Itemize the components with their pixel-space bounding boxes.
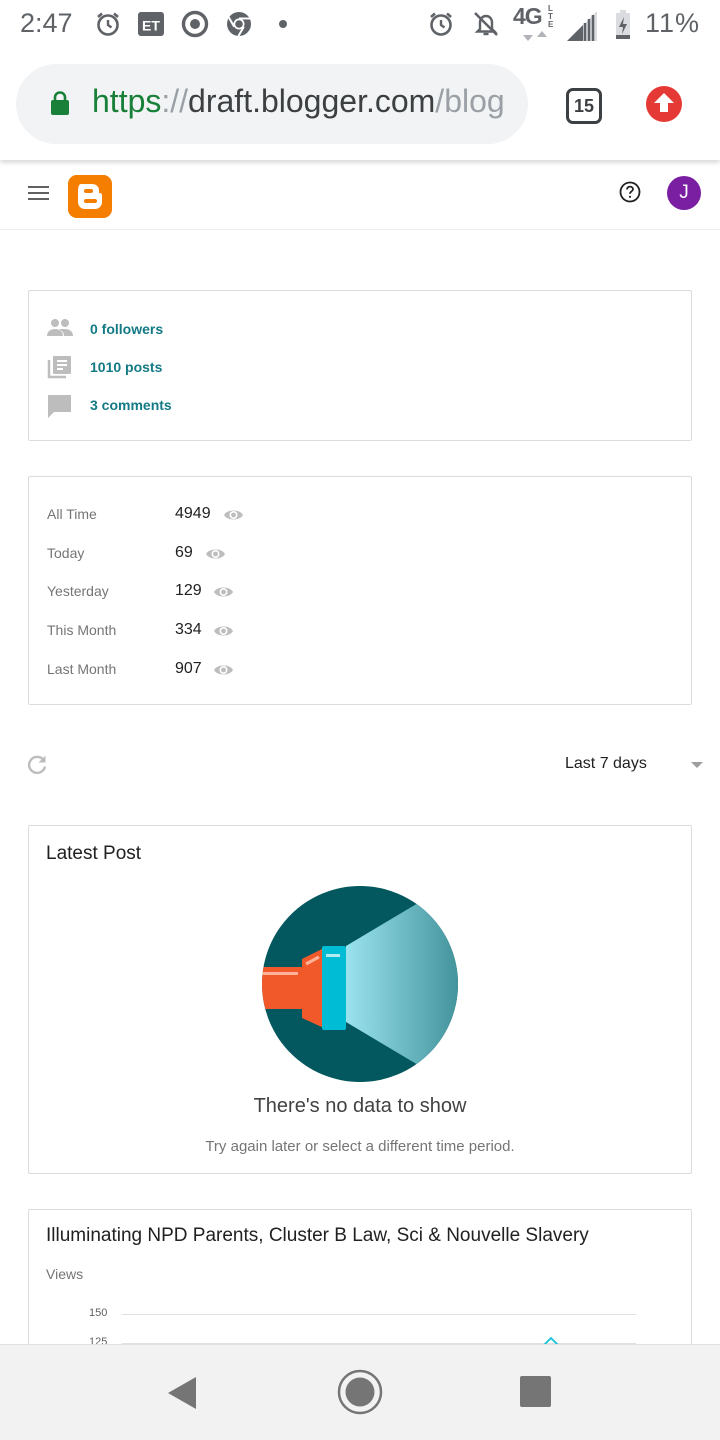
flashlight-empty-illustration bbox=[262, 886, 458, 1082]
status-time: 2:47 bbox=[20, 8, 73, 38]
latest-post-title: Latest Post bbox=[46, 843, 142, 864]
address-bar[interactable]: https://draft.blogger.com/blog bbox=[16, 64, 528, 144]
network-type: 4G bbox=[513, 3, 543, 29]
pageviews-label: Last Month bbox=[47, 661, 117, 677]
blog-title[interactable]: Illuminating NPD Parents, Cluster B Law,… bbox=[46, 1225, 589, 1247]
circle-app-icon bbox=[181, 10, 209, 38]
followers-count: 0 followers bbox=[90, 321, 164, 337]
url-scheme: https bbox=[92, 83, 162, 119]
et-app-icon: ET bbox=[138, 12, 164, 36]
date-range-select[interactable]: Last 7 days bbox=[565, 755, 647, 773]
comments-count: 3 comments bbox=[90, 397, 172, 413]
pageviews-label: Today bbox=[47, 545, 85, 561]
pageviews-value: 69 bbox=[175, 544, 193, 561]
battery-percent: 11% bbox=[644, 8, 700, 38]
pageviews-value: 907 bbox=[175, 660, 202, 677]
refresh-icon[interactable] bbox=[26, 754, 48, 776]
pageviews-value: 334 bbox=[175, 621, 202, 638]
blogger-logo[interactable] bbox=[68, 175, 112, 218]
dot-icon bbox=[279, 20, 287, 28]
upload-icon[interactable] bbox=[646, 86, 682, 122]
url-path: /blog bbox=[435, 83, 505, 119]
signal-icon bbox=[567, 11, 597, 41]
empty-state-title: There's no data to show bbox=[253, 1095, 467, 1117]
menu-icon[interactable] bbox=[28, 186, 50, 204]
avatar[interactable]: J bbox=[667, 176, 701, 210]
data-activity-icon bbox=[523, 31, 547, 41]
pageviews-label: All Time bbox=[47, 506, 97, 522]
app-header: J bbox=[0, 160, 720, 230]
posts-icon bbox=[47, 356, 71, 379]
tab-switcher-button[interactable]: 15 bbox=[566, 88, 602, 124]
status-bar: 2:47 ET 4G LTE 11% bbox=[0, 0, 720, 48]
pageviews-all-time: All Time 4949 bbox=[47, 504, 347, 528]
eye-icon bbox=[206, 549, 225, 559]
eye-icon bbox=[214, 665, 233, 675]
pageviews-this-month: This Month 334 bbox=[47, 620, 347, 644]
recents-icon[interactable] bbox=[520, 1376, 551, 1407]
notifications-off-icon bbox=[474, 12, 498, 36]
latest-post-card: Latest Post There's no data to show Try … bbox=[28, 825, 692, 1174]
lock-icon bbox=[51, 91, 69, 115]
dropdown-arrow-icon[interactable] bbox=[691, 762, 703, 768]
url-text[interactable]: https://draft.blogger.com/blog bbox=[92, 83, 508, 120]
views-axis-label: Views bbox=[46, 1266, 84, 1282]
stats-card: 0 followers 1010 posts 3 comments bbox=[28, 290, 692, 441]
range-toolbar: Last 7 days bbox=[0, 740, 720, 790]
chrome-icon bbox=[227, 12, 251, 37]
eye-icon bbox=[214, 587, 233, 597]
pageviews-card: All Time 4949 Today 69 Yesterday 129 Thi… bbox=[28, 476, 692, 705]
alarm-icon bbox=[430, 12, 452, 36]
pageviews-today: Today 69 bbox=[47, 543, 347, 567]
help-icon[interactable] bbox=[619, 181, 641, 203]
eye-icon bbox=[214, 626, 233, 636]
pageviews-label: Yesterday bbox=[47, 583, 109, 599]
browser-toolbar: https://draft.blogger.com/blog 15 bbox=[0, 48, 720, 160]
empty-state-subtitle: Try again later or select a different ti… bbox=[205, 1138, 515, 1155]
url-separator: :// bbox=[161, 83, 189, 119]
pageviews-value: 129 bbox=[175, 582, 202, 599]
svg-text:ET: ET bbox=[142, 18, 160, 34]
comment-icon bbox=[48, 395, 71, 418]
pageviews-value: 4949 bbox=[175, 505, 211, 522]
y-tick-label: 150 bbox=[89, 1307, 108, 1319]
back-icon[interactable] bbox=[166, 1376, 198, 1410]
gridline bbox=[122, 1314, 636, 1315]
pageviews-last-month: Last Month 907 bbox=[47, 659, 347, 683]
posts-count: 1010 posts bbox=[90, 359, 163, 375]
network-subtype: LTE bbox=[548, 4, 554, 29]
home-icon[interactable] bbox=[337, 1369, 383, 1415]
people-icon bbox=[47, 319, 73, 336]
eye-icon bbox=[224, 510, 243, 520]
battery-charging-icon bbox=[616, 10, 630, 39]
alarm-icon bbox=[97, 12, 119, 36]
url-host: draft.blogger.com bbox=[188, 83, 436, 119]
pageviews-yesterday: Yesterday 129 bbox=[47, 581, 347, 605]
pageviews-label: This Month bbox=[47, 622, 117, 638]
system-navigation-bar bbox=[0, 1344, 720, 1440]
